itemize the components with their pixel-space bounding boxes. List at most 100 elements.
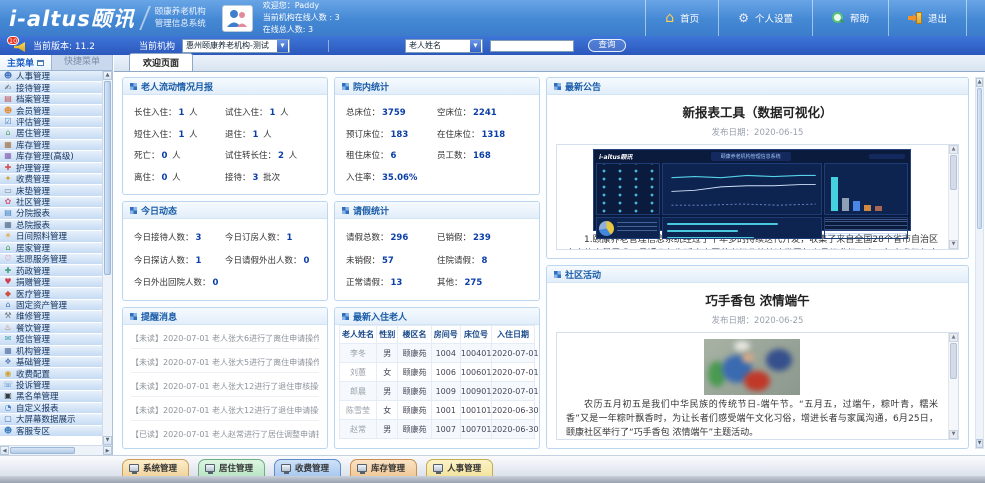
message-item[interactable]: 【未读】2020-07-01 老人张大12进行了退住申请操作: [131, 401, 319, 421]
sidebar-menu-item[interactable]: ▦ 库存管理: [0, 140, 102, 151]
table-row[interactable]: 刘蕙 女 颐康苑 1006 100601 2020-07-01: [340, 363, 535, 382]
version-label: 当前版本: 11.2: [33, 39, 95, 52]
stat-item: 试住转长住：2 人: [225, 149, 316, 161]
scrollbar-thumb[interactable]: [10, 447, 75, 454]
sidebar-menu-item[interactable]: ▭ 床垫管理: [0, 185, 102, 196]
activity-title[interactable]: 巧手香包 浓情端午: [547, 290, 968, 309]
sidebar-menu-item[interactable]: ✉ 短信管理: [0, 334, 102, 345]
sidebar-menu-item[interactable]: ♨ 餐饮管理: [0, 323, 102, 334]
tab-quick-menu[interactable]: 快捷菜单: [52, 55, 112, 70]
menu-item-icon: ☏: [3, 381, 13, 389]
sidebar-menu-item[interactable]: ▦ 库存管理(高级): [0, 151, 102, 162]
sidebar-menu-item[interactable]: ☑ 评估管理: [0, 117, 102, 128]
sidebar-menu-item[interactable]: ▢ 大屏幕数据展示: [0, 414, 102, 425]
query-button[interactable]: 查询: [588, 39, 626, 52]
stat-item: 其他：275: [437, 276, 528, 288]
scroll-down-icon[interactable]: ▼: [103, 436, 112, 445]
scroll-up-icon[interactable]: ▲: [949, 145, 958, 154]
sidebar-menu-item[interactable]: ♥ 捐赠管理: [0, 277, 102, 288]
table-row[interactable]: 陈雪莹 女 颐康苑 1001 100101 2020-06-30: [340, 401, 535, 420]
scroll-left-icon[interactable]: ◀: [0, 446, 9, 455]
scroll-right-icon[interactable]: ▶: [103, 446, 112, 455]
message-item[interactable]: 【未读】2020-07-01 老人张大5进行了离住申请操作: [131, 353, 319, 373]
nav-logout-button[interactable]: 退出: [888, 0, 967, 36]
stats-column-mid: 院内统计 总床位：3759空床位：2241预订床位：183在住床位：1318租住…: [334, 77, 540, 449]
scrollbar-thumb[interactable]: [950, 343, 957, 379]
sidebar-menu-item[interactable]: ⌂ 居家管理: [0, 243, 102, 254]
grid-icon: [130, 207, 137, 214]
sidebar-menu-item[interactable]: ♡ 志愿服务管理: [0, 254, 102, 265]
tab-welcome-page[interactable]: 欢迎页面: [129, 53, 193, 71]
scroll-down-icon[interactable]: ▼: [949, 240, 958, 249]
tab-main-menu[interactable]: 主菜单: [0, 55, 52, 70]
sidebar-menu-item[interactable]: ✍ 接待管理: [0, 82, 102, 93]
taskbar-tab[interactable]: 库存管理: [350, 459, 417, 476]
cell-room: 1001: [431, 401, 460, 420]
main-vertical-scrollbar[interactable]: ▲ ▼: [975, 77, 984, 449]
sidebar-menu-item[interactable]: ▤ 档案管理: [0, 94, 102, 105]
table-row[interactable]: 赵常 男 颐康苑 1007 100701 2020-06-30: [340, 420, 535, 439]
sidebar-tabs: 主菜单 快捷菜单: [0, 55, 112, 71]
sidebar-menu-item[interactable]: ◉ 收费配置: [0, 368, 102, 379]
scrollbar-thumb[interactable]: [950, 155, 957, 190]
scroll-down-icon[interactable]: ▼: [949, 430, 958, 439]
sidebar-menu-item[interactable]: ✿ 社区管理: [0, 197, 102, 208]
nav-help-button[interactable]: 帮助: [812, 0, 888, 36]
sidebar-menu-item[interactable]: ◆ 医疗管理: [0, 288, 102, 299]
taskbar-tab[interactable]: 人事管理: [426, 459, 493, 476]
sidebar-menu-item[interactable]: ☀ 日间照料管理: [0, 231, 102, 242]
user-avatar[interactable]: [222, 5, 253, 32]
sidebar-menu-item[interactable]: ☏ 投诉管理: [0, 380, 102, 391]
sidebar-menu-item[interactable]: ▣ 黑名单管理: [0, 391, 102, 402]
scroll-up-icon[interactable]: ▲: [103, 71, 112, 80]
table-row[interactable]: 李冬 男 颐康苑 1004 100401 2020-07-01: [340, 344, 535, 363]
org-select[interactable]: 惠州颐康养老机构-测试 ▼: [182, 39, 290, 53]
scroll-up-icon[interactable]: ▲: [976, 78, 983, 87]
sidebar-menu-item[interactable]: ◔ 自定义报表: [0, 403, 102, 414]
sidebar-menu-item[interactable]: ⌂ 居住管理: [0, 128, 102, 139]
cell-building: 颐康苑: [398, 401, 431, 420]
residents-table: 老人姓名性别楼区名房间号床位号入住日期 李冬 男 颐康苑 1004: [339, 325, 535, 439]
activity-photo-image: [704, 339, 800, 395]
announcement-scrollbar[interactable]: ▲ ▼: [948, 145, 958, 249]
notification-speaker-icon[interactable]: 10: [9, 38, 26, 53]
scrollbar-thumb[interactable]: [104, 81, 111, 275]
sidebar-menu-item[interactable]: ✦ 收费管理: [0, 174, 102, 185]
taskbar-tab[interactable]: 系统管理: [122, 459, 189, 476]
sidebar-menu-item[interactable]: ✚ 药政管理: [0, 265, 102, 276]
sidebar-menu-item[interactable]: ☻ 人事管理: [0, 71, 102, 82]
message-tag: 【未读】: [131, 406, 163, 415]
cell-gender: 男: [377, 382, 398, 401]
sidebar-menu-item[interactable]: ☻ 客服专区: [0, 426, 102, 437]
message-item[interactable]: 【未读】2020-07-01 老人张大12进行了退住审核操作: [131, 377, 319, 397]
sidebar-menu-item[interactable]: ⌂ 固定资产管理: [0, 300, 102, 311]
magnifier-icon: [832, 12, 844, 24]
sidebar-vertical-scrollbar[interactable]: ▲ ▼: [102, 71, 112, 445]
nav-settings-button[interactable]: ⚙ 个人设置: [718, 0, 812, 36]
taskbar-tab[interactable]: 收费管理: [274, 459, 341, 476]
menu-item-icon: ☻: [3, 427, 13, 435]
elder-name-input[interactable]: [490, 40, 574, 52]
sidebar-menu-item[interactable]: ⚒ 维修管理: [0, 311, 102, 322]
sidebar-menu-item[interactable]: ▤ 分院报表: [0, 208, 102, 219]
scrollbar-thumb[interactable]: [977, 88, 982, 229]
elder-name-select[interactable]: 老人姓名 ▼: [405, 39, 483, 53]
stat-value: 183: [389, 130, 411, 140]
message-item[interactable]: 【已读】2020-07-01 老人赵常进行了居住调整申请操作: [131, 425, 319, 444]
announcement-title[interactable]: 新报表工具（数据可视化）: [547, 102, 968, 121]
table-row[interactable]: 郎晨 男 颐康苑 1009 100901 2020-07-01: [340, 382, 535, 401]
sidebar-menu-item[interactable]: ▦ 总院报表: [0, 220, 102, 231]
taskbar-tab[interactable]: 居住管理: [198, 459, 265, 476]
nav-home-button[interactable]: ⌂ 首页: [645, 0, 718, 36]
sidebar-menu-item[interactable]: ☻ 会员管理: [0, 105, 102, 116]
stat-value: 3: [194, 233, 204, 243]
sidebar-menu-item[interactable]: ▦ 机构管理: [0, 346, 102, 357]
pie-icon: [599, 221, 614, 236]
activity-scrollbar[interactable]: ▲ ▼: [948, 333, 958, 439]
sidebar-menu-item[interactable]: ✚ 护理管理: [0, 163, 102, 174]
scroll-up-icon[interactable]: ▲: [949, 333, 958, 342]
scroll-down-icon[interactable]: ▼: [976, 439, 983, 448]
message-item[interactable]: 【未读】2020-07-01 老人张大6进行了离住申请操作: [131, 329, 319, 349]
sidebar-menu-item[interactable]: ❖ 基础管理: [0, 357, 102, 368]
sidebar-horizontal-scrollbar[interactable]: ◀ ▶: [0, 445, 112, 455]
